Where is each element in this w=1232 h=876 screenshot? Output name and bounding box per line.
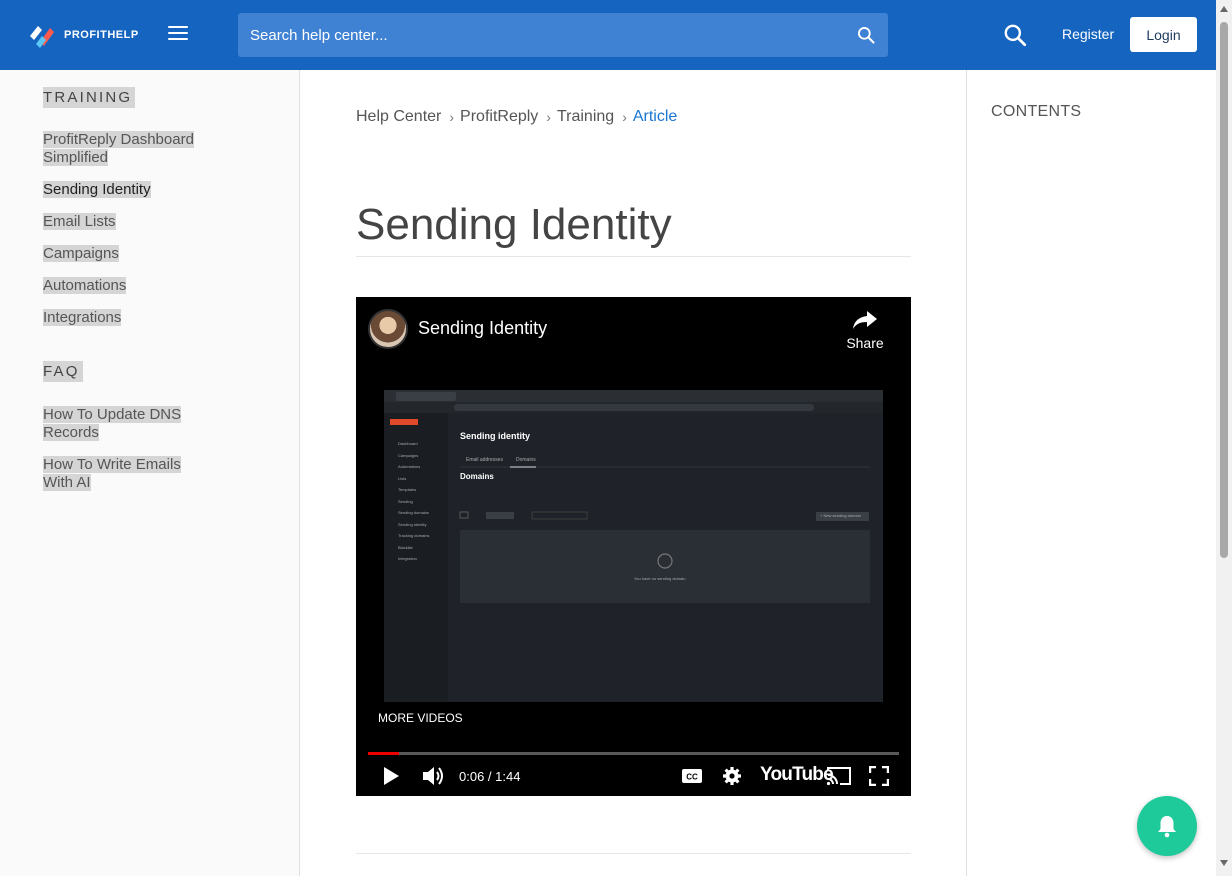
divider bbox=[356, 256, 911, 257]
sidebar-item-dashboard[interactable]: ProfitReply Dashboard Simplified bbox=[43, 131, 213, 167]
thumb-tab-domains: Domains bbox=[516, 457, 536, 463]
login-button[interactable]: Login bbox=[1130, 17, 1197, 52]
page-title: Sending Identity bbox=[356, 200, 672, 249]
settings-button[interactable] bbox=[719, 762, 745, 790]
volume-icon bbox=[423, 767, 443, 785]
sidebar-item-label: Sending Identity bbox=[43, 181, 151, 198]
thumb-menu-item: Templates bbox=[398, 487, 417, 492]
cast-button[interactable] bbox=[825, 762, 853, 790]
share-icon bbox=[853, 311, 877, 329]
thumb-menu-item: Sending bbox=[398, 498, 413, 504]
search-submit-button[interactable] bbox=[844, 13, 888, 57]
captions-button[interactable]: CC bbox=[679, 762, 705, 790]
play-icon bbox=[384, 767, 399, 785]
sidebar-item-campaigns[interactable]: Campaigns bbox=[43, 245, 213, 263]
scroll-down-arrow-icon[interactable] bbox=[1220, 860, 1228, 866]
sidebar-item-integrations[interactable]: Integrations bbox=[43, 309, 213, 327]
sidebar-item-label: How To Write Emails With AI bbox=[43, 456, 181, 491]
breadcrumb-help-center[interactable]: Help Center bbox=[356, 108, 441, 126]
thumb-menu-item: Lists bbox=[398, 475, 407, 481]
chevron-right-icon: › bbox=[449, 109, 455, 125]
thumb-menu-item: Dashboard bbox=[398, 441, 418, 446]
logo-text: PROFITHELP bbox=[64, 29, 139, 41]
breadcrumb-profitreply[interactable]: ProfitReply bbox=[460, 108, 538, 126]
thumb-tab-email: Email addresses bbox=[466, 457, 503, 463]
fullscreen-button[interactable] bbox=[865, 762, 893, 790]
thumbnail-image bbox=[384, 390, 883, 702]
video-controls: 0:06 / 1:44 CC YouTube bbox=[356, 762, 911, 790]
sidebar-item-label: How To Update DNS Records bbox=[43, 406, 182, 441]
volume-button[interactable] bbox=[420, 762, 446, 790]
sidebar-item-sending-identity[interactable]: Sending Identity bbox=[43, 181, 213, 199]
thumb-menu-item: Automations bbox=[398, 464, 421, 469]
thumb-menu: Dashboard Campaigns Automations Lists Te… bbox=[398, 438, 429, 565]
video-progress-played bbox=[368, 752, 399, 755]
sidebar-item-label: Automations bbox=[43, 277, 127, 294]
gear-icon bbox=[723, 767, 741, 785]
logo-mark-icon bbox=[30, 26, 54, 48]
sidebar-item-label: Campaigns bbox=[43, 245, 119, 262]
thumb-menu-item: Integration bbox=[398, 556, 417, 561]
fullscreen-icon bbox=[869, 766, 889, 786]
video-time: 0:06 / 1:44 bbox=[459, 769, 521, 784]
search-input[interactable] bbox=[238, 13, 844, 57]
sidebar-item-label: Email Lists bbox=[43, 213, 116, 230]
thumb-menu-item: Campaigns bbox=[398, 452, 419, 458]
toc-title: CONTENTS bbox=[991, 103, 1082, 120]
video-progress-bar[interactable] bbox=[368, 752, 899, 755]
cast-icon bbox=[826, 767, 851, 786]
thumb-new-button: + New sending domain bbox=[820, 513, 861, 518]
thumb-section-title: Domains bbox=[460, 472, 494, 481]
share-button[interactable]: Share bbox=[846, 309, 884, 351]
bell-icon bbox=[1158, 816, 1176, 838]
search-bar bbox=[238, 13, 888, 57]
chevron-right-icon: › bbox=[622, 109, 627, 125]
thumb-empty-text: You have no sending domain bbox=[634, 576, 686, 581]
chevron-right-icon: › bbox=[546, 109, 551, 125]
breadcrumb-training[interactable]: Training bbox=[557, 108, 614, 126]
profithelp-logo[interactable]: PROFITHELP bbox=[28, 22, 139, 48]
thumb-menu-item: Sending identity bbox=[398, 521, 427, 527]
youtube-logo[interactable]: YouTube bbox=[760, 764, 834, 786]
menu-line bbox=[168, 38, 188, 40]
video-player[interactable]: Sending Identity Share Sending identity … bbox=[356, 297, 911, 796]
more-videos-button[interactable]: MORE VIDEOS bbox=[378, 711, 463, 725]
sidebar-item-label: ProfitReply Dashboard Simplified bbox=[43, 131, 194, 166]
search-icon[interactable] bbox=[1002, 22, 1028, 48]
table-of-contents: CONTENTS bbox=[966, 70, 1216, 876]
divider bbox=[356, 853, 911, 854]
breadcrumb-article[interactable]: Article bbox=[633, 108, 677, 126]
captions-icon: CC bbox=[682, 769, 702, 783]
breadcrumb: Help Center › ProfitReply › Training › A… bbox=[356, 108, 677, 126]
section-title-faq: FAQ bbox=[43, 361, 83, 382]
menu-toggle-button[interactable] bbox=[168, 26, 188, 44]
video-thumbnail[interactable]: Sending identity Email addresses Domains… bbox=[384, 390, 883, 702]
notifications-button[interactable] bbox=[1137, 796, 1197, 856]
channel-avatar[interactable] bbox=[368, 309, 408, 349]
sidebar-item-update-dns[interactable]: How To Update DNS Records bbox=[43, 406, 213, 442]
thumb-page-title: Sending identity bbox=[460, 431, 531, 441]
menu-line bbox=[168, 26, 188, 28]
scroll-up-arrow-icon[interactable] bbox=[1220, 6, 1228, 12]
sidebar-item-label: Integrations bbox=[43, 309, 122, 326]
thumb-menu-item: Tracking domains bbox=[398, 533, 430, 538]
svg-text:CC: CC bbox=[686, 773, 698, 782]
sidebar-item-automations[interactable]: Automations bbox=[43, 277, 213, 295]
sidebar-item-email-lists[interactable]: Email Lists bbox=[43, 213, 213, 231]
page-scrollbar[interactable] bbox=[1216, 0, 1232, 876]
top-header: PROFITHELP Register Login bbox=[0, 0, 1232, 70]
sidebar-item-write-emails-ai[interactable]: How To Write Emails With AI bbox=[43, 456, 213, 492]
scrollbar-thumb[interactable] bbox=[1220, 22, 1228, 558]
play-button[interactable] bbox=[378, 762, 404, 790]
thumb-menu-item: Blacklist bbox=[398, 544, 413, 550]
thumb-menu-item: Sending domains bbox=[398, 510, 429, 515]
section-title-training: TRAINING bbox=[43, 87, 136, 108]
share-label: Share bbox=[846, 335, 884, 351]
menu-line bbox=[168, 32, 188, 34]
video-title[interactable]: Sending Identity bbox=[418, 318, 547, 339]
left-sidebar: TRAINING ProfitReply Dashboard Simplifie… bbox=[0, 70, 300, 876]
search-icon bbox=[858, 27, 875, 44]
register-link[interactable]: Register bbox=[1062, 26, 1114, 42]
